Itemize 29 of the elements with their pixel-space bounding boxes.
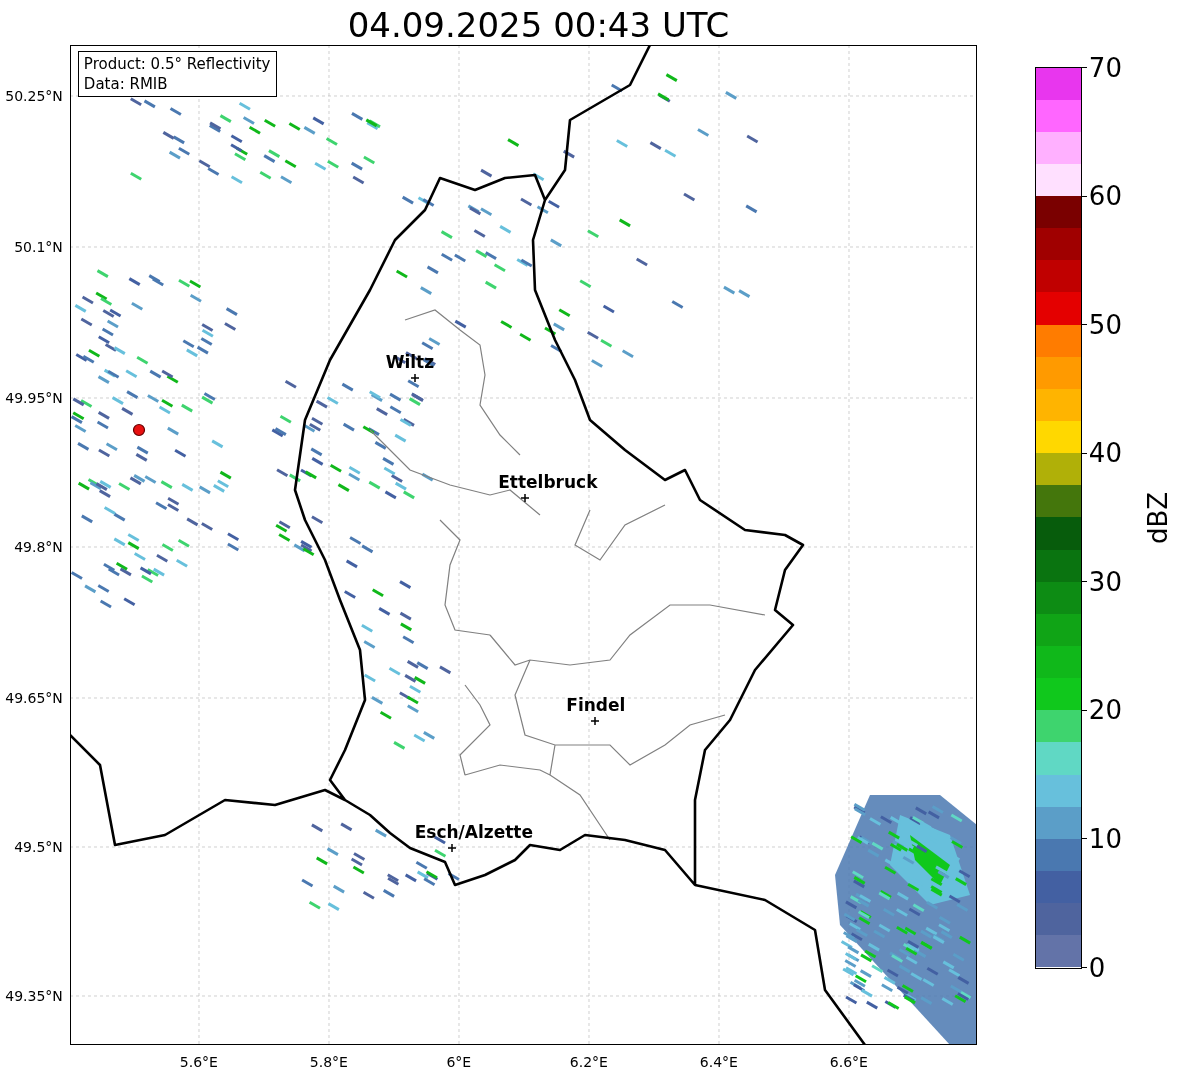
latitude-label: 49.35°N	[5, 987, 63, 1005]
chart-title: 04.09.2025 00:43 UTC	[347, 4, 730, 45]
longitude-label: 6°E	[445, 1053, 473, 1071]
colorbar-label: dBZ	[1142, 491, 1173, 544]
longitude-label: 5.6°E	[178, 1053, 219, 1071]
colorbar-tick-label: 0	[1080, 951, 1106, 984]
colorbar-tick-label: 30	[1080, 565, 1122, 598]
colorbar-tick-label: 40	[1080, 437, 1122, 470]
city-label: Ettelbruck	[497, 472, 599, 492]
city-label: Wiltz	[384, 352, 436, 372]
longitude-label: 5.8°E	[308, 1053, 349, 1071]
longitude-label: 6.2°E	[568, 1053, 609, 1071]
colorbar-tick-label: 50	[1080, 308, 1122, 341]
info-text: Product: 0.5° Reflectivity	[83, 54, 271, 74]
colorbar-tick-label: 70	[1080, 51, 1122, 84]
colorbar-tick-label: 60	[1080, 180, 1122, 213]
latitude-label: 49.5°N	[14, 838, 63, 856]
latitude-label: 49.95°N	[5, 389, 63, 407]
latitude-label: 50.25°N	[5, 87, 63, 105]
info-text: Data: RMIB	[83, 74, 169, 94]
longitude-label: 6.4°E	[698, 1053, 739, 1071]
city-label: Esch/Alzette	[413, 822, 534, 842]
colorbar-tick-label: 20	[1080, 694, 1122, 727]
latitude-label: 50.1°N	[14, 238, 63, 256]
colorbar-tick-label: 10	[1080, 822, 1122, 855]
latitude-label: 49.65°N	[5, 689, 63, 707]
latitude-label: 49.8°N	[14, 538, 63, 556]
city-label: Findel	[565, 695, 627, 715]
longitude-label: 6.6°E	[828, 1053, 869, 1071]
